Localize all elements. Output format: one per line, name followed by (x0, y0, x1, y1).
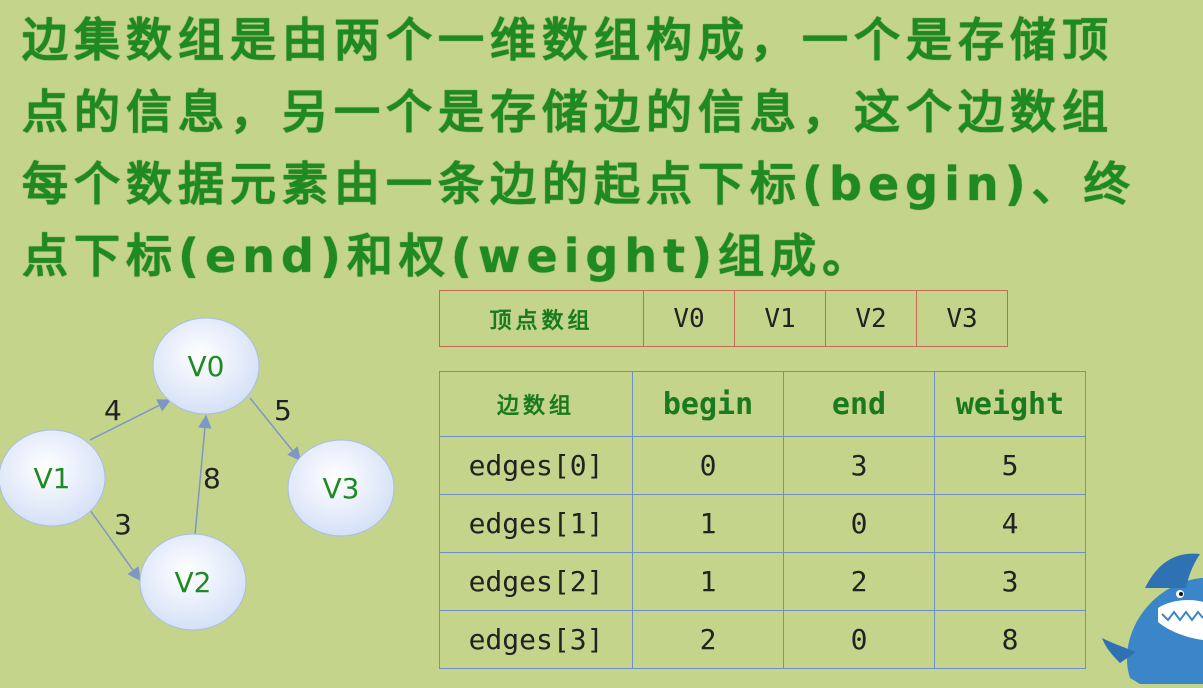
graph-svg: 4 5 3 8 V0 V1 V2 V3 (0, 317, 395, 631)
edge-table-header: weight (934, 371, 1086, 437)
description-paragraph: 边集数组是由两个一维数组构成，一个是存储顶 点的信息，另一个是存储边的信息，这个… (22, 4, 1192, 292)
vertex-cell: V0 (643, 290, 735, 347)
table-cell: 1 (632, 494, 784, 553)
node-v2: V2 (139, 533, 247, 631)
table-cell: edges[1] (439, 494, 633, 553)
table-cell: 2 (632, 610, 784, 669)
vertex-array-table: 顶点数组 V0 V1 V2 V3 (439, 290, 1008, 347)
edge-weight-v1-v0: 4 (104, 394, 122, 427)
edge-table-header: begin (632, 371, 784, 437)
edge-table-header: end (783, 371, 935, 437)
edge-array-table: 边数组 begin end weight edges[0] 0 3 5 edge… (439, 371, 1086, 669)
table-cell: 2 (783, 552, 935, 611)
edge-table-header-row: 边数组 begin end weight (439, 371, 1086, 437)
edge-v1-v0 (89, 399, 172, 441)
table-cell: 0 (783, 494, 935, 553)
vertex-cell: V3 (916, 290, 1008, 347)
node-v3: V3 (287, 439, 395, 537)
node-label: V0 (188, 350, 225, 383)
edge-table-header: 边数组 (439, 371, 633, 437)
slide: 边集数组是由两个一维数组构成，一个是存储顶 点的信息，另一个是存储边的信息，这个… (0, 0, 1203, 684)
paragraph-line: 每个数据元素由一条边的起点下标(begin)、终 (22, 157, 1136, 211)
table-cell: 8 (934, 610, 1086, 669)
table-row: edges[2] 1 2 3 (439, 552, 1086, 611)
table-cell: edges[0] (439, 436, 633, 495)
shark-mascot-icon (1100, 548, 1203, 684)
paragraph-line: 点下标(end)和权(weight)组成。 (22, 229, 875, 283)
table-cell: 4 (934, 494, 1086, 553)
table-cell: edges[3] (439, 610, 633, 669)
table-row: edges[1] 1 0 4 (439, 494, 1086, 553)
table-cell: 1 (632, 552, 784, 611)
table-row: edges[3] 2 0 8 (439, 610, 1086, 669)
table-cell: 3 (934, 552, 1086, 611)
vertex-cell: V1 (734, 290, 826, 347)
node-label: V3 (323, 472, 360, 505)
table-cell: 5 (934, 436, 1086, 495)
edge-weight-v0-v3: 5 (274, 394, 292, 427)
table-cell: edges[2] (439, 552, 633, 611)
vertex-array-row: 顶点数组 V0 V1 V2 V3 (439, 290, 1008, 347)
table-cell: 0 (632, 436, 784, 495)
vertex-cell: V2 (825, 290, 917, 347)
paragraph-line: 点的信息，另一个是存储边的信息，这个边数组 (22, 85, 1114, 139)
table-row: edges[0] 0 3 5 (439, 436, 1086, 495)
graph-diagram: 4 5 3 8 V0 V1 V2 V3 (0, 310, 420, 650)
edge-weight-v2-v0: 8 (203, 462, 221, 495)
vertex-array-header: 顶点数组 (439, 290, 644, 347)
node-v1: V1 (0, 429, 106, 527)
node-label: V1 (34, 462, 71, 495)
edge-weight-v1-v2: 3 (114, 508, 132, 541)
node-v0: V0 (152, 317, 260, 415)
table-cell: 0 (783, 610, 935, 669)
node-label: V2 (175, 566, 212, 599)
table-cell: 3 (783, 436, 935, 495)
paragraph-line: 边集数组是由两个一维数组构成，一个是存储顶 (22, 13, 1114, 67)
